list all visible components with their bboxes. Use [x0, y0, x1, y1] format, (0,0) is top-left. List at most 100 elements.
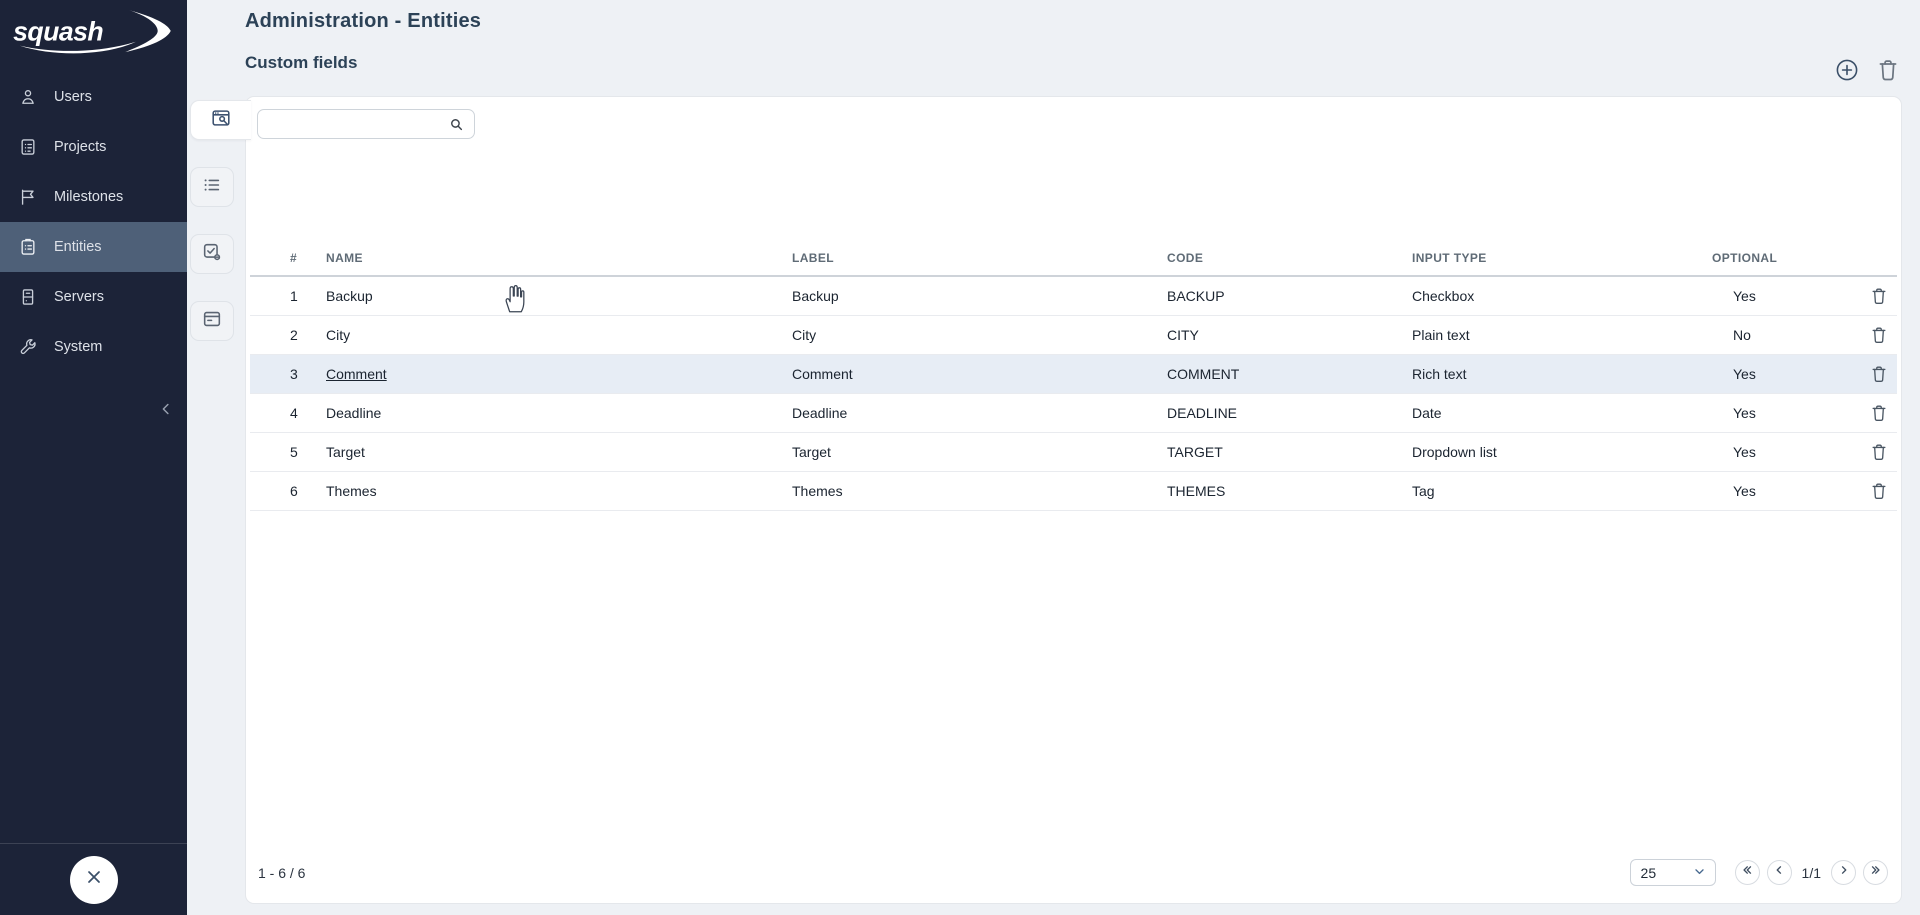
- previous-page-button[interactable]: [1767, 860, 1792, 885]
- column-header-code[interactable]: CODE: [1167, 251, 1412, 265]
- cell-label: City: [792, 327, 1167, 343]
- sidebar-item-label: Users: [54, 89, 92, 105]
- pagination: 25 1/1: [1630, 859, 1888, 886]
- sidebar-item-milestones[interactable]: Milestones: [0, 172, 187, 222]
- delete-custom-field-button[interactable]: [1875, 57, 1901, 83]
- next-page-button[interactable]: [1831, 860, 1856, 885]
- last-page-button[interactable]: [1863, 860, 1888, 885]
- cell-code: COMMENT: [1167, 366, 1412, 382]
- row-delete-button[interactable]: [1869, 325, 1889, 345]
- column-header-num[interactable]: #: [282, 251, 326, 265]
- cell-num: 5: [282, 444, 326, 460]
- cell-optional: No: [1712, 327, 1857, 343]
- cell-input-type: Dropdown list: [1412, 444, 1712, 460]
- form-search-icon: [210, 107, 232, 134]
- sidebar-item-users[interactable]: Users: [0, 72, 187, 122]
- sidebar-item-entities[interactable]: Entities: [0, 222, 187, 272]
- table-row[interactable]: 6 Themes Themes THEMES Tag Yes: [250, 472, 1897, 511]
- cell-name-link[interactable]: Themes: [326, 483, 792, 499]
- cell-code: CITY: [1167, 327, 1412, 343]
- page-title: Administration - Entities: [245, 10, 481, 33]
- sidebar-item-label: System: [54, 339, 102, 355]
- page-subtitle: Custom fields: [245, 53, 357, 73]
- sidebar-nav: Users Projects Milestones Entities Serve…: [0, 72, 187, 372]
- row-delete-button[interactable]: [1869, 442, 1889, 462]
- sidebar-collapse-button[interactable]: [153, 398, 179, 424]
- cell-code: BACKUP: [1167, 288, 1412, 304]
- tab-display-panel[interactable]: [190, 301, 234, 341]
- sidebar-footer: [0, 843, 187, 915]
- close-admin-button[interactable]: [70, 856, 118, 904]
- sidebar: squash Users Projects Milestones Enti: [0, 0, 187, 915]
- cell-label: Deadline: [792, 405, 1167, 421]
- column-header-optional[interactable]: OPTIONAL: [1712, 251, 1857, 265]
- sidebar-item-servers[interactable]: Servers: [0, 272, 187, 322]
- search-input[interactable]: [257, 109, 475, 139]
- cell-optional: Yes: [1712, 444, 1857, 460]
- cell-input-type: Date: [1412, 405, 1712, 421]
- column-header-input-type[interactable]: INPUT TYPE: [1412, 251, 1712, 265]
- cell-optional: Yes: [1712, 366, 1857, 382]
- sidebar-item-label: Projects: [54, 139, 106, 155]
- chevrons-left-icon: [1740, 863, 1754, 882]
- cell-code: THEMES: [1167, 483, 1412, 499]
- panel-icon: [201, 308, 223, 335]
- row-delete-button[interactable]: [1869, 403, 1889, 423]
- table-row[interactable]: 1 Backup Backup BACKUP Checkbox Yes: [250, 277, 1897, 316]
- table-row[interactable]: 4 Deadline Deadline DEADLINE Date Yes: [250, 394, 1897, 433]
- cell-name-link[interactable]: Target: [326, 444, 792, 460]
- column-header-name[interactable]: NAME: [326, 251, 792, 265]
- table-row[interactable]: 2 City City CITY Plain text No: [250, 316, 1897, 355]
- table-row[interactable]: 5 Target Target TARGET Dropdown list Yes: [250, 433, 1897, 472]
- chevrons-right-icon: [1869, 863, 1883, 882]
- cell-name-link[interactable]: Deadline: [326, 405, 792, 421]
- checkbox-link-icon: [201, 241, 223, 268]
- tab-requirement-links[interactable]: [190, 234, 234, 274]
- tab-custom-fields[interactable]: [190, 100, 251, 140]
- list-icon: [201, 174, 223, 201]
- flag-icon: [18, 187, 38, 207]
- cell-code: DEADLINE: [1167, 405, 1412, 421]
- project-file-icon: [18, 137, 38, 157]
- chevron-left-icon: [157, 400, 175, 423]
- user-icon: [18, 87, 38, 107]
- close-icon: [84, 867, 104, 892]
- sidebar-item-label: Milestones: [54, 189, 123, 205]
- cell-optional: Yes: [1712, 405, 1857, 421]
- cell-label: Comment: [792, 366, 1167, 382]
- cell-optional: Yes: [1712, 288, 1857, 304]
- results-range: 1 - 6 / 6: [258, 865, 305, 881]
- column-header-label[interactable]: LABEL: [792, 251, 1167, 265]
- cell-label: Backup: [792, 288, 1167, 304]
- row-delete-button[interactable]: [1869, 364, 1889, 384]
- row-delete-button[interactable]: [1869, 286, 1889, 306]
- cell-name-link[interactable]: Backup: [326, 288, 792, 304]
- cell-num: 2: [282, 327, 326, 343]
- cell-input-type: Checkbox: [1412, 288, 1712, 304]
- first-page-button[interactable]: [1735, 860, 1760, 885]
- add-custom-field-button[interactable]: [1834, 57, 1860, 83]
- server-icon: [18, 287, 38, 307]
- chevron-right-icon: [1837, 863, 1851, 882]
- svg-text:squash: squash: [13, 17, 103, 47]
- custom-fields-panel: # NAME LABEL CODE INPUT TYPE OPTIONAL 1 …: [245, 96, 1902, 904]
- toolbar: [1834, 57, 1901, 83]
- chevron-down-icon: [1693, 865, 1706, 881]
- cell-num: 4: [282, 405, 326, 421]
- sidebar-item-system[interactable]: System: [0, 322, 187, 372]
- cell-code: TARGET: [1167, 444, 1412, 460]
- cell-input-type: Rich text: [1412, 366, 1712, 382]
- table-row-hovered[interactable]: 3 Comment Comment COMMENT Rich text Yes: [250, 355, 1897, 394]
- cell-name-link[interactable]: Comment: [326, 366, 387, 382]
- sidebar-item-label: Entities: [54, 239, 102, 255]
- cell-optional: Yes: [1712, 483, 1857, 499]
- chevron-left-icon: [1772, 863, 1786, 882]
- cell-name-link[interactable]: City: [326, 327, 792, 343]
- entities-tabstrip: [187, 0, 253, 915]
- page-size-select[interactable]: 25: [1630, 859, 1716, 886]
- tab-info-lists[interactable]: [190, 167, 234, 207]
- row-delete-button[interactable]: [1869, 481, 1889, 501]
- squash-logo: squash: [0, 0, 187, 62]
- cell-label: Themes: [792, 483, 1167, 499]
- sidebar-item-projects[interactable]: Projects: [0, 122, 187, 172]
